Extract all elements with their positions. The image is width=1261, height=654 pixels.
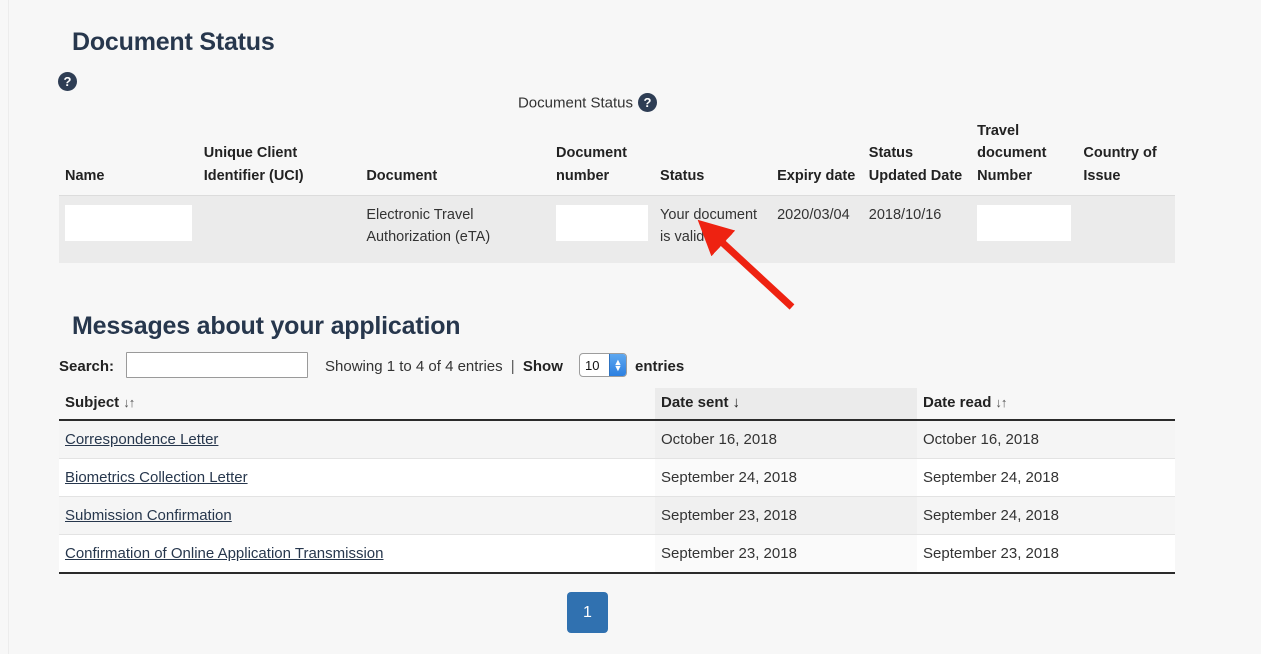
column-header-date-sent-label: Date sent (661, 394, 729, 411)
column-header-date-sent[interactable]: Date sent ↓ (655, 388, 917, 421)
messages-table: Subject ↓↑ Date sent ↓ Date read ↓↑ Corresp… (59, 388, 1175, 574)
message-link[interactable]: Confirmation of Online Application Trans… (65, 545, 384, 562)
cell-name (59, 195, 198, 263)
caption-text: Document Status (517, 94, 634, 112)
document-status-page: Document Status ? Document Status? Name … (0, 0, 1261, 654)
cell-subject: Biometrics Collection Letter (59, 458, 655, 497)
cell-date-sent: September 23, 2018 (655, 534, 917, 574)
entries-info: Showing 1 to 4 of 4 entries | Show (325, 358, 563, 375)
cell-country-of-issue (1077, 195, 1175, 263)
document-status-table: Name Unique Client Identifier (UCI) Docu… (59, 120, 1175, 263)
cell-date-read: September 24, 2018 (917, 496, 1175, 535)
column-header-expiry-date: Expiry date (777, 167, 856, 184)
column-header-travel-document-number: Travel document Number (977, 123, 1047, 184)
redacted-value (977, 205, 1072, 242)
column-header-uci: Unique Client Identifier (UCI) (203, 145, 304, 184)
column-header-document-number: Document number (556, 145, 627, 184)
column-header-date-read-label: Date read (923, 394, 992, 411)
search-label: Search: (59, 358, 115, 375)
cell-travel-document-number (971, 195, 1078, 263)
cell-subject: Correspondence Letter (59, 420, 655, 459)
show-label: Show (522, 358, 563, 375)
cell-status-updated-date: 2018/10/16 (862, 195, 972, 263)
cell-status: Your document is valid. (654, 195, 772, 263)
showing-text: Showing 1 to 4 of 4 entries (325, 358, 503, 375)
page-title: Document Status (72, 28, 275, 56)
cell-date-sent: September 24, 2018 (655, 458, 917, 497)
document-status-table-caption: Document Status? (0, 93, 1175, 113)
table-row: Correspondence Letter October 16, 2018 O… (59, 420, 1175, 459)
column-header-status-updated-date: Status Updated Date (868, 145, 963, 184)
messages-section-title: Messages about your application (72, 312, 461, 340)
column-header-document: Document (366, 167, 438, 184)
table-row: Confirmation of Online Application Trans… (59, 534, 1175, 574)
cell-date-read: September 24, 2018 (917, 458, 1175, 497)
table-row: Submission Confirmation September 23, 20… (59, 496, 1175, 535)
cell-subject: Submission Confirmation (59, 496, 655, 535)
page-length-value: 10 (585, 357, 600, 373)
cell-uci (197, 195, 361, 263)
column-header-date-read[interactable]: Date read ↓↑ (917, 388, 1175, 421)
entries-label: entries (635, 358, 685, 375)
page-length-select[interactable]: 10 ▲ ▼ (579, 353, 627, 377)
table-row: Biometrics Collection Letter September 2… (59, 458, 1175, 497)
column-header-status: Status (660, 167, 705, 184)
search-input[interactable] (126, 352, 308, 378)
message-link[interactable]: Biometrics Collection Letter (65, 469, 248, 486)
pagination-page-1-button[interactable]: 1 (567, 592, 608, 633)
messages-header-row: Subject ↓↑ Date sent ↓ Date read ↓↑ (59, 388, 1175, 421)
sort-indicator-icon: ↓↑ (995, 395, 1007, 410)
pagination: 1 (0, 592, 1175, 633)
cell-date-sent: October 16, 2018 (655, 420, 917, 459)
help-icon[interactable]: ? (638, 93, 658, 112)
sort-indicator-icon: ↓↑ (123, 395, 135, 410)
cell-date-sent: September 23, 2018 (655, 496, 917, 535)
messages-table-controls: Search: Showing 1 to 4 of 4 entries | Sh… (59, 352, 1175, 382)
cell-document-number (550, 195, 655, 263)
chevron-updown-icon[interactable]: ▲ ▼ (609, 354, 626, 376)
cell-document: Electronic Travel Authorization (eTA) (360, 195, 550, 263)
info-separator: | (510, 358, 515, 375)
cell-subject: Confirmation of Online Application Trans… (59, 534, 655, 574)
column-header-name: Name (65, 167, 105, 184)
column-header-subject-label: Subject (65, 394, 120, 411)
sort-indicator-desc-icon: ↓ (732, 394, 740, 411)
cell-date-read: October 16, 2018 (917, 420, 1175, 459)
column-header-country-of-issue: Country of Issue (1083, 145, 1157, 184)
redacted-value (65, 205, 192, 242)
message-link[interactable]: Correspondence Letter (65, 431, 218, 448)
cell-expiry-date: 2020/03/04 (771, 195, 863, 263)
help-icon[interactable]: ? (58, 72, 77, 91)
cell-date-read: September 23, 2018 (917, 534, 1175, 574)
column-header-subject[interactable]: Subject ↓↑ (59, 388, 655, 421)
table-row: Electronic Travel Authorization (eTA) Yo… (59, 195, 1175, 263)
message-link[interactable]: Submission Confirmation (65, 507, 232, 524)
redacted-value (556, 205, 649, 242)
table-header-row: Name Unique Client Identifier (UCI) Docu… (59, 120, 1175, 196)
